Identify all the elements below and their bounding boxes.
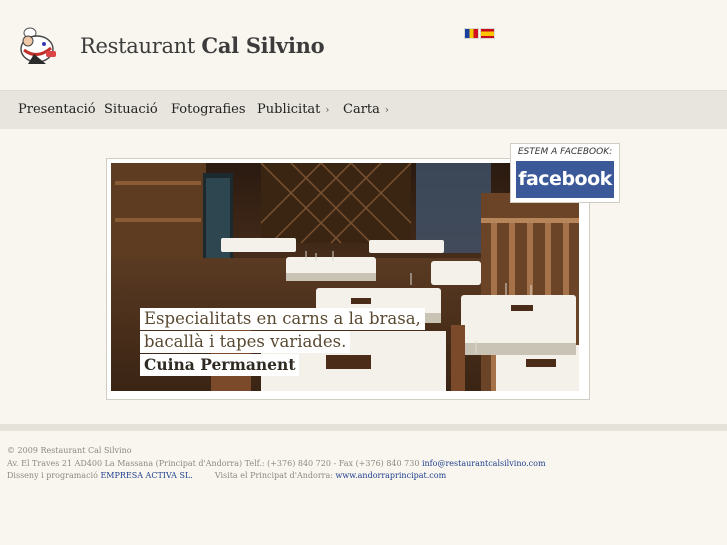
facebook-logo-icon: facebook (516, 161, 614, 198)
promo-line-tapas: bacallà i tapes variades. (140, 331, 351, 353)
nav-item-publicitat[interactable]: Publicitat › (257, 102, 329, 117)
nav-item-presentacio[interactable]: Presentació (18, 102, 96, 117)
footer-divider (0, 424, 727, 431)
promo-line-specialties: Especialitats en carns a la brasa, (140, 308, 425, 330)
site-title-bold: Cal Silvino (201, 33, 325, 58)
chevron-right-icon: › (325, 105, 330, 116)
footer-address-line: Av. El Traves 21 AD400 La Massana (Princ… (7, 458, 546, 471)
promo-line-kitchen: Cuina Permanent (140, 354, 300, 376)
facebook-label: ESTEM A FACEBOOK: (517, 147, 613, 157)
nav-label: Situació (104, 102, 158, 117)
nav-label: Presentació (18, 102, 96, 117)
promo-text: Especialitats en carns a la brasa, bacal… (140, 308, 425, 377)
site-title[interactable]: Restaurant Cal Silvino (80, 33, 325, 58)
nav-item-carta[interactable]: Carta › (343, 102, 389, 117)
nav-item-fotografies[interactable]: Fotografies (171, 102, 246, 117)
footer-copyright: © 2009 Restaurant Cal Silvino (7, 446, 132, 455)
footer-address: Av. El Traves 21 AD400 La Massana (Princ… (7, 458, 422, 468)
nav-label: Publicitat (257, 102, 321, 117)
footer-email-link[interactable]: info@restaurantcalsilvino.com (422, 459, 546, 468)
footer: © 2009 Restaurant Cal Silvino Av. El Tra… (7, 445, 546, 483)
spanish-flag-icon[interactable] (481, 29, 494, 38)
footer-credits-link[interactable]: EMPRESA ACTIVA SL. (100, 471, 192, 480)
nav-label: Carta (343, 102, 380, 117)
main-nav: Presentació Situació Fotografies Publici… (0, 90, 727, 129)
footer-visit-link[interactable]: www.andorraprincipat.com (336, 471, 447, 480)
language-flags (465, 29, 494, 38)
restaurant-photo: Especialitats en carns a la brasa, bacal… (111, 163, 579, 391)
footer-credits-prefix: Disseny i programació (7, 471, 101, 480)
nav-item-situacio[interactable]: Situació (104, 102, 158, 117)
chef-logo-icon[interactable] (16, 24, 60, 68)
catalan-flag-icon[interactable] (465, 29, 478, 38)
facebook-badge[interactable]: ESTEM A FACEBOOK: facebook (510, 143, 620, 203)
footer-credits-line: Disseny i programació EMPRESA ACTIVA SL.… (7, 470, 546, 483)
header: Restaurant Cal Silvino (0, 0, 727, 90)
nav-label: Fotografies (171, 102, 246, 117)
footer-visit-prefix: Visita el Principat d'Andorra: (214, 471, 336, 480)
site-title-regular: Restaurant (80, 34, 202, 58)
chevron-right-icon: › (384, 105, 389, 116)
